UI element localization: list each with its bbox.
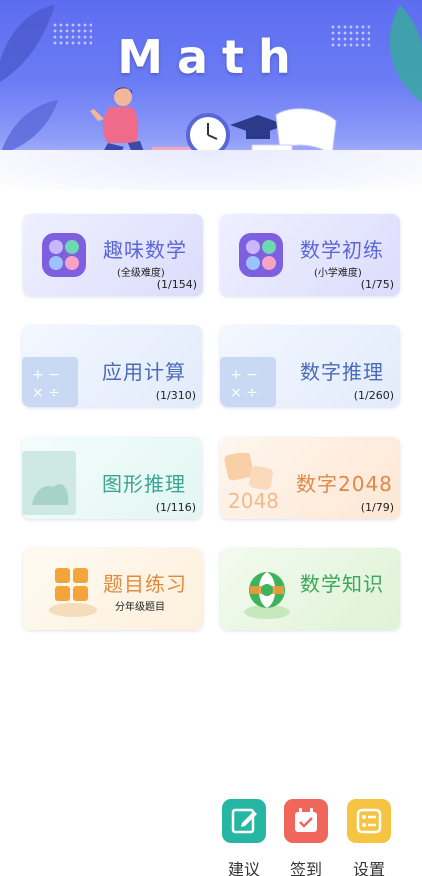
card-subtitle: 分年级题目 — [115, 602, 165, 613]
progress-count: (1/75) — [360, 278, 394, 291]
suggestion-button[interactable] — [222, 799, 266, 843]
svg-text:+ −: + − — [32, 367, 60, 383]
banner-ground-fade — [0, 150, 422, 190]
suggestion-label[interactable]: 建议 — [214, 856, 274, 876]
progress-count: (1/154) — [156, 278, 197, 291]
card-title: 数字2048 — [296, 472, 393, 496]
badge-2048: 2048 — [228, 489, 279, 513]
card-fun-math[interactable]: 趣味数学 (全级难度) (1/154) — [23, 214, 203, 296]
globe-icon — [244, 572, 290, 619]
progress-count: (1/116) — [155, 501, 196, 514]
grid-blocks-icon — [49, 568, 97, 617]
calculator-icon — [239, 233, 283, 277]
card-number-reasoning[interactable]: + − × ÷ 数字推理 (1/260) — [220, 325, 400, 407]
card-title: 题目练习 — [103, 572, 187, 596]
svg-text:× ÷: × ÷ — [230, 385, 258, 401]
card-title: 数学初练 — [300, 238, 384, 262]
card-question-practice[interactable]: 题目练习 分年级题目 — [23, 548, 203, 630]
calculator-keys-icon: + − × ÷ — [22, 357, 78, 407]
progress-count: (1/79) — [360, 501, 394, 514]
card-number-2048[interactable]: 2048 数字2048 (1/79) — [220, 437, 400, 519]
card-title: 趣味数学 — [103, 238, 187, 262]
checkin-button[interactable] — [284, 799, 328, 843]
card-title: 数学知识 — [300, 572, 384, 596]
card-subtitle: (全级难度) — [117, 268, 165, 279]
card-shape-reasoning[interactable]: 图形推理 (1/116) — [22, 437, 202, 519]
app-title: Math — [117, 30, 305, 84]
shape-frame-icon — [22, 451, 76, 515]
checkin-label[interactable]: 签到 — [276, 856, 336, 876]
card-math-beginner[interactable]: 数学初练 (小学难度) (1/75) — [220, 214, 400, 296]
settings-list-icon — [356, 808, 382, 834]
card-title: 图形推理 — [102, 472, 186, 496]
card-title: 数字推理 — [300, 360, 384, 384]
settings-label[interactable]: 设置 — [339, 856, 399, 876]
calculator-icon — [42, 233, 86, 277]
svg-text:× ÷: × ÷ — [32, 385, 60, 401]
progress-count: (1/310) — [155, 389, 196, 402]
calculator-keys-icon: + − × ÷ — [220, 357, 276, 407]
edit-icon — [231, 808, 257, 834]
svg-text:+ −: + − — [230, 367, 258, 383]
settings-button[interactable] — [347, 799, 391, 843]
card-math-knowledge[interactable]: 数学知识 — [220, 548, 400, 630]
card-applied-calc[interactable]: + − × ÷ 应用计算 (1/310) — [22, 325, 202, 407]
calendar-check-icon — [295, 808, 317, 832]
card-subtitle: (小学难度) — [314, 268, 362, 279]
progress-count: (1/260) — [353, 389, 394, 402]
card-title: 应用计算 — [102, 360, 186, 384]
